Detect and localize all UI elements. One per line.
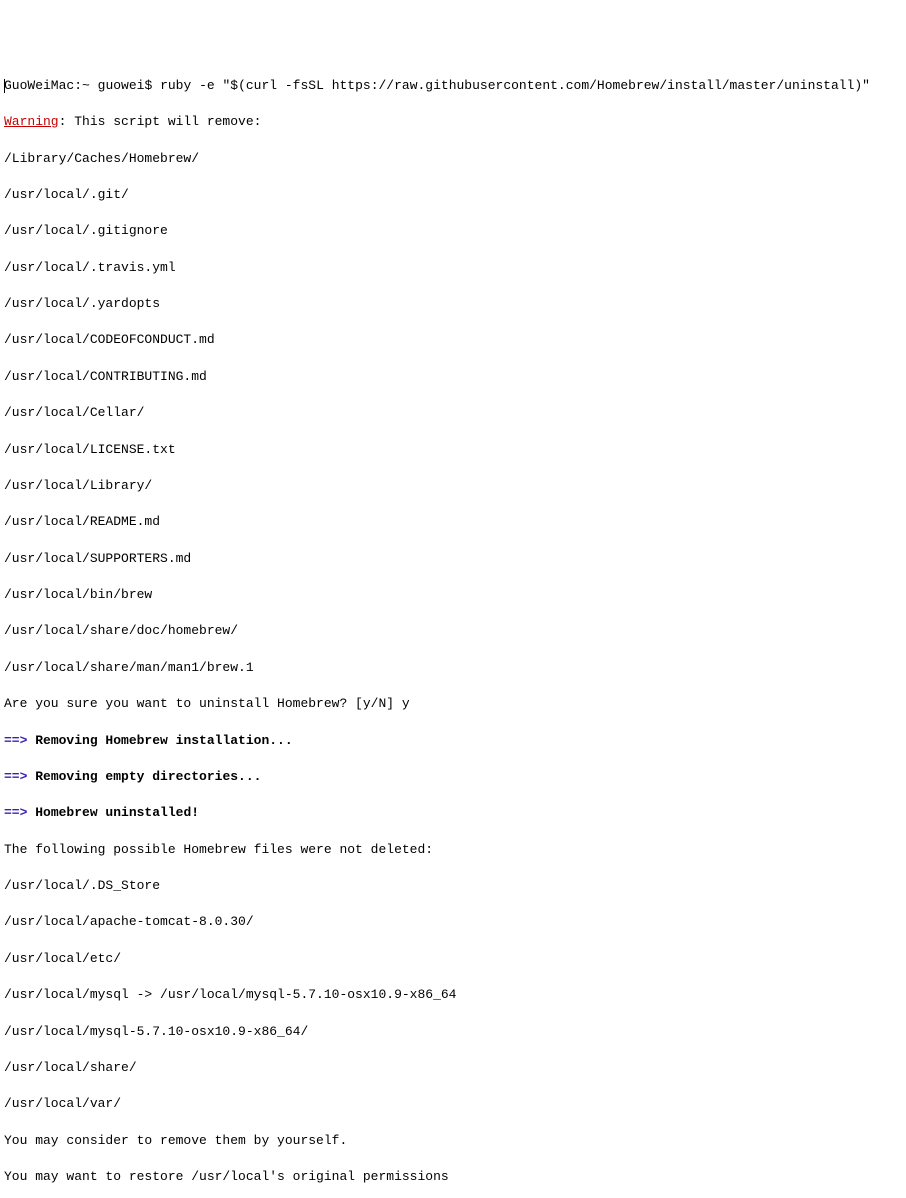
path-line: /usr/local/.git/ bbox=[4, 186, 902, 204]
path-line: /usr/local/SUPPORTERS.md bbox=[4, 550, 902, 568]
path-line: /usr/local/Cellar/ bbox=[4, 404, 902, 422]
step-text: Homebrew uninstalled! bbox=[35, 805, 199, 820]
not-deleted-line: /usr/local/var/ bbox=[4, 1095, 902, 1113]
user: guowei$ bbox=[98, 78, 153, 93]
step-line: ==> Removing Homebrew installation... bbox=[4, 732, 902, 750]
step-line: ==> Homebrew uninstalled! bbox=[4, 804, 902, 822]
footer-line: You may want to restore /usr/local's ori… bbox=[4, 1168, 902, 1186]
not-deleted-line: /usr/local/apache-tomcat-8.0.30/ bbox=[4, 913, 902, 931]
arrow-icon: ==> bbox=[4, 805, 27, 820]
path-line: /usr/local/.travis.yml bbox=[4, 259, 902, 277]
arrow-icon: ==> bbox=[4, 769, 27, 784]
not-deleted-line: /usr/local/etc/ bbox=[4, 950, 902, 968]
step-text: Removing Homebrew installation... bbox=[35, 733, 292, 748]
path-line: /usr/local/share/doc/homebrew/ bbox=[4, 622, 902, 640]
warning-label: Warning bbox=[4, 114, 59, 129]
path-line: /usr/local/CONTRIBUTING.md bbox=[4, 368, 902, 386]
not-deleted-line: /usr/local/mysql-5.7.10-osx10.9-x86_64/ bbox=[4, 1023, 902, 1041]
command-line-1: GuoWeiMac:~ guowei$ ruby -e "$(curl -fsS… bbox=[4, 77, 902, 95]
path-line: /usr/local/share/man/man1/brew.1 bbox=[4, 659, 902, 677]
host: GuoWeiMac:~ bbox=[4, 78, 90, 93]
path-line: /usr/local/.gitignore bbox=[4, 222, 902, 240]
step-line: ==> Removing empty directories... bbox=[4, 768, 902, 786]
not-deleted-line: /usr/local/.DS_Store bbox=[4, 877, 902, 895]
not-deleted-line: /usr/local/share/ bbox=[4, 1059, 902, 1077]
path-line: /Library/Caches/Homebrew/ bbox=[4, 150, 902, 168]
footer-line: You may consider to remove them by yours… bbox=[4, 1132, 902, 1150]
not-deleted-line: /usr/local/mysql -> /usr/local/mysql-5.7… bbox=[4, 986, 902, 1004]
warning-text: : This script will remove: bbox=[59, 114, 262, 129]
step-text: Removing empty directories... bbox=[35, 769, 261, 784]
warning-line: Warning: This script will remove: bbox=[4, 113, 902, 131]
path-line: /usr/local/Library/ bbox=[4, 477, 902, 495]
confirm-line: Are you sure you want to uninstall Homeb… bbox=[4, 695, 902, 713]
path-line: /usr/local/bin/brew bbox=[4, 586, 902, 604]
path-line: /usr/local/CODEOFCONDUCT.md bbox=[4, 331, 902, 349]
path-line: /usr/local/LICENSE.txt bbox=[4, 441, 902, 459]
path-line: /usr/local/.yardopts bbox=[4, 295, 902, 313]
path-line: /usr/local/README.md bbox=[4, 513, 902, 531]
not-deleted-header: The following possible Homebrew files we… bbox=[4, 841, 902, 859]
arrow-icon: ==> bbox=[4, 733, 27, 748]
command: ruby -e "$(curl -fsSL https://raw.github… bbox=[160, 78, 870, 93]
